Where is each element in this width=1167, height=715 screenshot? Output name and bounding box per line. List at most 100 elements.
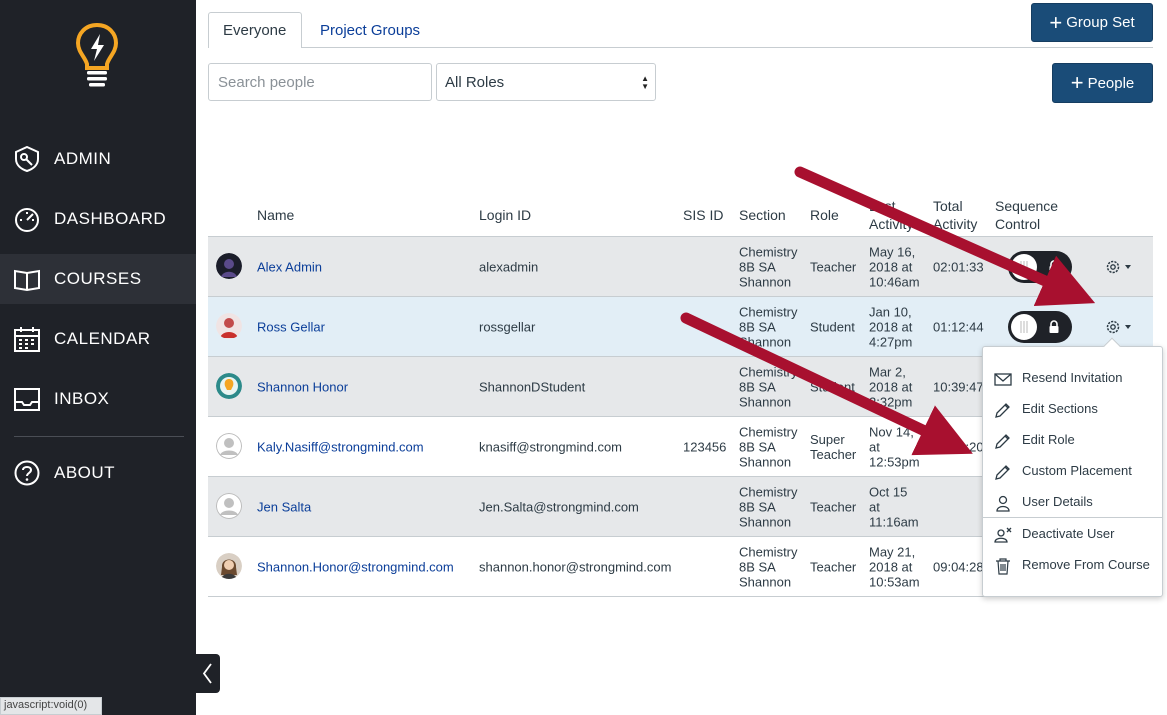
login-id: ShannonDStudent: [479, 379, 586, 394]
add-people-button[interactable]: + People: [1052, 63, 1153, 103]
total-activity: 02:01:33: [933, 259, 984, 274]
login-id: rossgellar: [479, 319, 536, 334]
login-id: Jen.Salta@strongmind.com: [479, 499, 639, 514]
last-activity: May 16, 2018 at 10:46am: [869, 244, 920, 289]
tab-everyone[interactable]: Everyone: [208, 12, 302, 48]
menu-item-user-details[interactable]: User Details: [983, 486, 1162, 517]
sequence-control-toggle[interactable]: [1008, 251, 1072, 283]
section: Chemistry 8B SA Shannon: [739, 544, 798, 589]
avatar: [216, 373, 242, 399]
nav-label-admin: ADMIN: [54, 149, 112, 168]
header-line: Sequence: [995, 198, 1059, 214]
menu-item-custom-placement[interactable]: Custom Placement: [983, 455, 1162, 486]
table-row: Alex Admin alexadmin Chemistry 8B SA Shann…: [208, 237, 1153, 297]
last-activity: May 21, 2018 at 10:53am: [869, 544, 920, 589]
lightbulb-logo-icon[interactable]: [74, 22, 120, 88]
nav-item-dashboard[interactable]: DASHBOARD: [0, 194, 196, 244]
pencil-icon: [995, 434, 1010, 449]
nav-label-inbox: INBOX: [54, 389, 110, 408]
column-header-sis-id[interactable]: SIS ID: [683, 206, 723, 224]
total-activity: 01:12:44: [933, 319, 984, 334]
section: Chemistry 8B SA Shannon: [739, 244, 798, 289]
total-activity: 00:00:20: [933, 439, 984, 454]
gear-menu-icon[interactable]: [1104, 257, 1134, 277]
plus-icon: +: [1070, 70, 1084, 95]
section: Chemistry 8B SA Shannon: [739, 424, 798, 469]
avatar: [216, 433, 242, 459]
column-header-role[interactable]: Role: [810, 206, 839, 224]
book-icon: [14, 269, 40, 292]
role: Student: [810, 319, 855, 334]
tab-project-groups[interactable]: Project Groups: [306, 12, 434, 48]
column-header-section[interactable]: Section: [739, 206, 786, 224]
menu-item-resend-invitation[interactable]: Resend Invitation: [983, 362, 1162, 393]
lock-icon: [1049, 320, 1059, 333]
plus-icon: +: [1049, 9, 1063, 35]
role: Teacher: [810, 559, 857, 574]
trash-icon: [996, 558, 1010, 575]
nav-label-calendar: CALENDAR: [54, 329, 151, 348]
people-label: People: [1087, 74, 1135, 92]
sis-id: 123456: [683, 439, 727, 454]
avatar: [216, 313, 242, 339]
header-line: Last: [869, 198, 896, 214]
user-name-link[interactable]: Shannon Honor: [257, 379, 348, 394]
nav-item-admin[interactable]: ADMIN: [0, 134, 196, 184]
section: Chemistry 8B SA Shannon: [739, 364, 798, 409]
avatar: [216, 253, 242, 279]
user-name-link[interactable]: Shannon.Honor@strongmind.com: [257, 559, 454, 574]
add-group-set-button[interactable]: + Group Set: [1031, 3, 1153, 42]
nav-label-dashboard: DASHBOARD: [54, 209, 167, 228]
collapse-sidebar-button[interactable]: [196, 654, 220, 693]
column-header-last-activity[interactable]: Last Activity: [869, 197, 913, 233]
select-caret-icon: ▲ ▼: [641, 74, 649, 91]
nav-item-courses[interactable]: COURSES: [0, 254, 196, 304]
menu-item-remove-from-course[interactable]: Remove From Course: [983, 549, 1162, 580]
section: Chemistry 8B SA Shannon: [739, 484, 798, 529]
nav-item-about[interactable]: ABOUT: [0, 448, 196, 498]
group-set-label: Group Set: [1066, 14, 1135, 31]
header-line: Total: [933, 198, 963, 214]
login-id: knasiff@strongmind.com: [479, 439, 623, 454]
menu-item-deactivate-user[interactable]: Deactivate User: [983, 518, 1162, 549]
role: Student: [810, 379, 855, 394]
column-header-name[interactable]: Name: [257, 206, 294, 224]
nav-label-courses: COURSES: [54, 269, 142, 288]
nav-item-calendar[interactable]: CALENDAR: [0, 314, 196, 364]
question-icon: [14, 460, 40, 486]
section: Chemistry 8B SA Shannon: [739, 304, 798, 349]
chevron-left-icon: [202, 663, 212, 684]
nav-item-inbox[interactable]: INBOX: [0, 374, 196, 424]
lock-icon: [1049, 260, 1059, 273]
roles-select[interactable]: All Roles ▲ ▼: [436, 63, 656, 101]
login-id: shannon.honor@strongmind.com: [479, 559, 672, 574]
user-name-link[interactable]: Kaly.Nasiff@strongmind.com: [257, 439, 424, 454]
pencil-icon: [995, 465, 1010, 480]
search-people-input[interactable]: [208, 63, 432, 101]
menu-item-edit-sections[interactable]: Edit Sections: [983, 393, 1162, 424]
role: Teacher: [810, 259, 857, 274]
dashboard-gauge-icon: [15, 208, 39, 232]
user-actions-menu: Resend Invitation Edit Sections Edit Rol…: [982, 346, 1163, 597]
avatar: [216, 553, 242, 579]
total-activity: 10:39:47: [933, 379, 984, 394]
total-activity: 09:04:28: [933, 559, 984, 574]
user-name-link[interactable]: Ross Gellar: [257, 319, 325, 334]
login-id: alexadmin: [479, 259, 539, 274]
header-line: Activity: [933, 216, 978, 232]
column-header-total-activity[interactable]: Total Activity: [933, 197, 977, 233]
column-header-login-id[interactable]: Login ID: [479, 206, 531, 224]
envelope-icon: [994, 373, 1012, 386]
last-activity: Mar 2, 2018 at 2:32pm: [869, 364, 913, 409]
role: Super Teacher: [810, 431, 857, 462]
last-activity: Jan 10, 2018 at 4:27pm: [869, 304, 913, 349]
menu-item-edit-role[interactable]: Edit Role: [983, 424, 1162, 455]
calendar-icon: [14, 327, 40, 352]
user-name-link[interactable]: Alex Admin: [257, 259, 322, 274]
gear-menu-icon[interactable]: [1104, 317, 1134, 337]
role: Teacher: [810, 499, 857, 514]
last-activity: Nov 14, at 12:53pm: [869, 424, 920, 469]
user-name-link[interactable]: Jen Salta: [257, 499, 311, 514]
user-icon: [996, 495, 1010, 512]
sequence-control-toggle[interactable]: [1008, 311, 1072, 343]
